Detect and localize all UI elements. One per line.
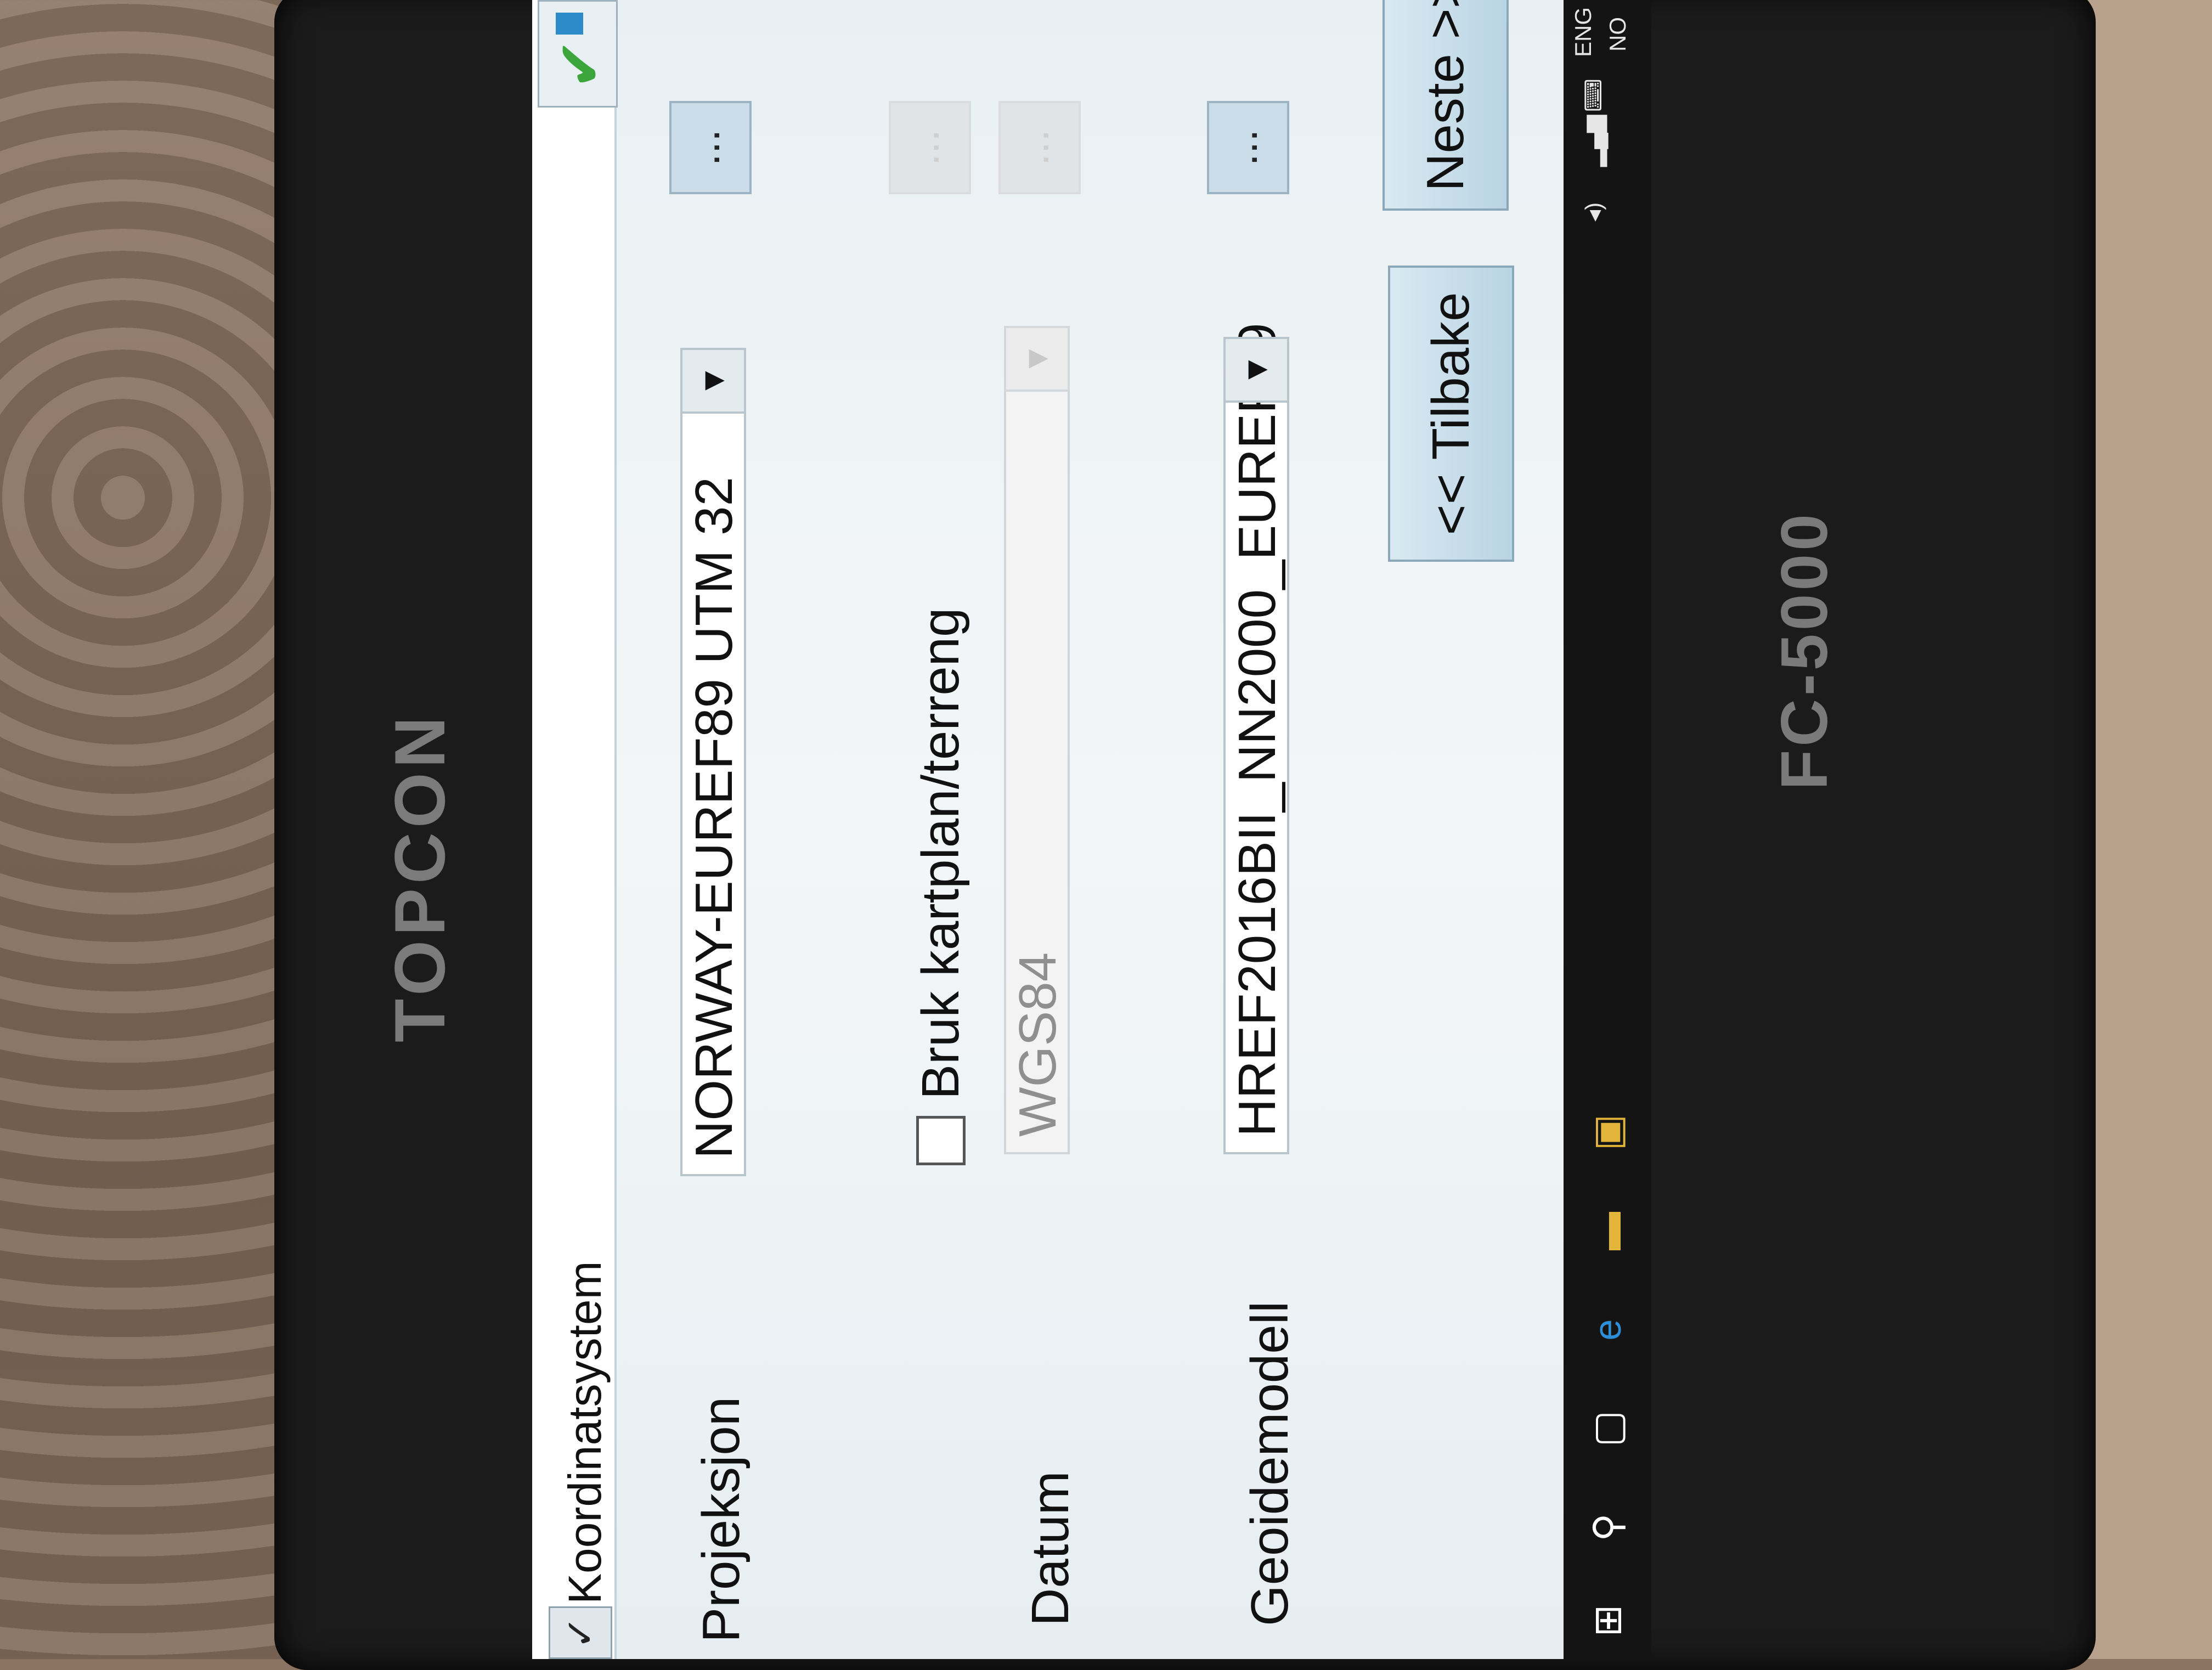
projection-dropdown-arrow[interactable]: ▼ [680,348,746,414]
brand-logo: TOPCON [380,712,460,1042]
home-icon [556,13,583,35]
projection-select[interactable]: NORWAY-EUREF89 UTM 32 [680,408,746,1176]
start-icon[interactable]: ⊞ [1585,1599,1629,1643]
task-view-icon[interactable]: ▢ [1585,1407,1629,1451]
volume-icon[interactable]: ◂) [1580,202,1607,222]
folder-icon[interactable]: ▬ [1585,1209,1629,1253]
screen-stage: ✓ Koordinatsystem ✔ Projeksjon NORWAY-EU… [532,0,1651,1659]
use-map-plane-label: Bruk kartplan/terreng [911,607,970,1099]
signal-icon[interactable]: ▂▄▆ [1580,115,1607,167]
geoid-more-button[interactable]: ... [1207,101,1289,194]
geoid-dropdown-arrow[interactable]: ▼ [1223,337,1289,403]
next-button[interactable]: Neste >> [1383,0,1509,211]
language-bottom[interactable]: NO [1605,17,1631,52]
language-top[interactable]: ENG [1570,7,1596,57]
edge-icon[interactable]: e [1585,1308,1629,1352]
projection-more-button[interactable]: ... [669,101,752,194]
screen: ✓ Koordinatsystem ✔ Projeksjon NORWAY-EU… [532,0,1651,1659]
checkmark-icon: ✔ [546,38,614,89]
search-icon[interactable]: ⚲ [1585,1505,1629,1549]
use-map-plane-checkbox[interactable] [916,1116,966,1165]
background-fabric [0,0,307,1659]
back-button[interactable]: << Tilbake [1388,266,1514,562]
app-menu-icon[interactable]: ✓ [549,1606,612,1659]
geoid-select[interactable]: HREF2016BII_NN2000_EUREF89 [1223,323,1289,1154]
geoid-label: Geoidemodell [1240,1301,1299,1626]
taskbar: ⊞ ⚲ ▢ e ▬ ▣ ◂) ▂▄▆ ⌨ ENG NO [1564,0,1651,1659]
map-plane-more-button[interactable]: ... [889,101,971,194]
window-title: Koordinatsystem [559,1261,611,1604]
projection-label: Projeksjon [692,1396,751,1643]
datum-label: Datum [1021,1471,1080,1626]
datum-select[interactable]: WGS84 [1004,386,1070,1154]
datum-more-button[interactable]: ... [998,101,1081,194]
app-icon[interactable]: ▣ [1585,1110,1629,1154]
title-bar: ✓ Koordinatsystem ✔ [532,0,618,1659]
keyboard-icon[interactable]: ⌨ [1580,78,1607,112]
model-label: FC-5000 [1768,511,1841,790]
confirm-button[interactable]: ✔ [538,0,618,108]
datum-dropdown-arrow[interactable]: ▼ [1004,326,1070,392]
